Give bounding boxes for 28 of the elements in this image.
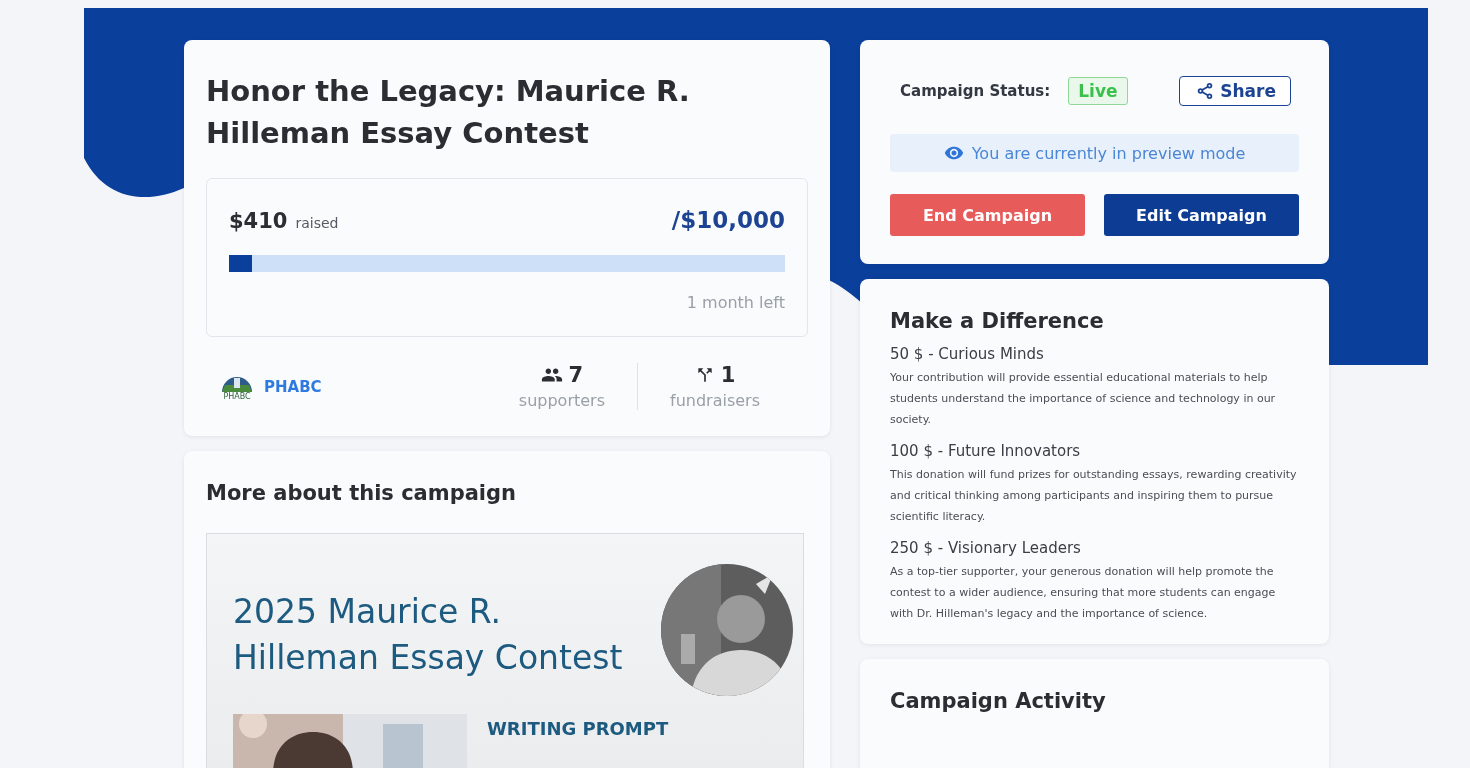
notice-text: You are currently in preview mode <box>971 143 1246 163</box>
time-left: 1 month left <box>685 293 785 312</box>
poster-subheading: WRITING PROMPT <box>487 717 669 741</box>
section-heading: Make a Difference <box>890 309 1105 333</box>
tier-title: 250 $ - Visionary Leaders <box>890 539 1082 557</box>
raised-label: raised <box>295 215 339 231</box>
section-heading: Campaign Activity <box>890 689 1107 713</box>
raised-amount: $410 <box>229 209 288 233</box>
tier-title: 50 $ - Curious Minds <box>890 345 1045 363</box>
tier-description: Your contribution will provide essential educational materials to help students understand the importance of science and technology in our society. <box>890 370 1277 428</box>
status-label: Campaign Status: <box>900 82 1051 100</box>
tier-description: As a top-tier supporter, your generous donation will help promote the contest to a wider audience, ensuring that more students can engage with Dr. Hilleman's legacy and the importance of science. <box>890 564 1277 622</box>
stat-value: 1 <box>720 363 736 387</box>
status-badge: Live <box>1068 77 1128 105</box>
poster-title: 2025 Maurice R. Hilleman Essay Contest <box>233 591 623 679</box>
share-icon <box>1196 82 1215 100</box>
organizer-link[interactable]: PHABC <box>264 377 322 396</box>
goal-amount: /$10,000 <box>671 207 785 233</box>
campaign-title: Honor the Legacy: Maurice R. Hilleman Essay Contest <box>206 73 691 152</box>
tier-title: 100 $ - Future Innovators <box>890 442 1082 460</box>
logo-text: PHABC <box>223 392 251 401</box>
stat-label: fundraisers <box>670 391 760 410</box>
stat-label: supporters <box>518 391 605 410</box>
share-button[interactable]: Share <box>1179 76 1291 106</box>
stat-value: 7 <box>568 363 584 387</box>
tier-description: This donation will fund prizes for outstanding essays, rewarding creativity and critical thinking among participants and inspiring them to pursue scientific literacy. <box>890 467 1298 525</box>
section-heading: More about this campaign <box>206 481 518 505</box>
edit-campaign-button[interactable]: Edit Campaign <box>1104 194 1299 236</box>
